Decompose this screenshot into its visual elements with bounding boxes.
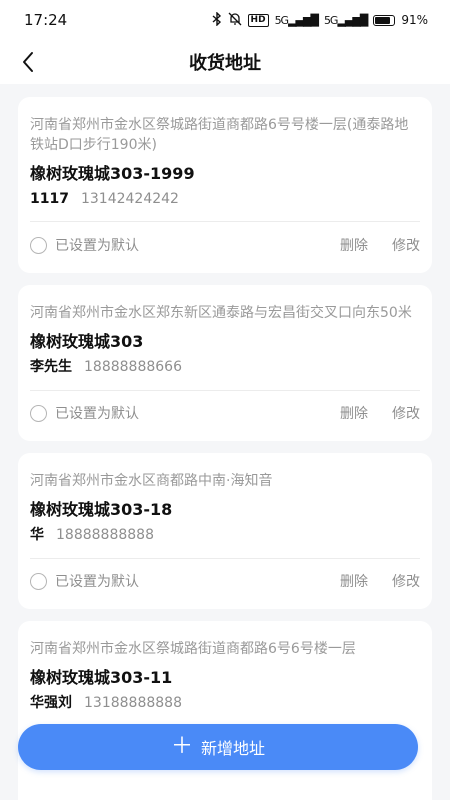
contact-line: 华 18888888888: [30, 525, 420, 545]
battery-icon: [373, 14, 396, 26]
address-card[interactable]: 河南省郑州市金水区祭城路街道商都路6号6号楼一层 橡树玫瑰城303-11 华强刘…: [18, 621, 432, 800]
address-detail: 橡树玫瑰城303-18: [30, 500, 173, 519]
contact-phone: 18888888888: [56, 527, 154, 543]
bluetooth-icon: [212, 10, 222, 29]
signal-icon-1: 5G▂▄▆█: [274, 13, 319, 27]
hd-badge: HD: [247, 13, 269, 27]
status-bar: 17:24 HD 5G▂▄▆█ 5G▂▄▆█ 91%: [0, 0, 450, 40]
address-card[interactable]: 河南省郑州市金水区祭城路街道商都路6号号楼一层(通泰路地铁站D口步行190米) …: [18, 97, 432, 273]
contact-name: 华: [30, 527, 44, 543]
contact-line: 李先生 18888888666: [30, 357, 420, 377]
address-card[interactable]: 河南省郑州市金水区商都路中南·海知音 橡树玫瑰城303-18 华 1888888…: [18, 453, 432, 609]
contact-name: 华强刘: [30, 695, 72, 711]
back-button[interactable]: [12, 46, 44, 78]
address-full: 河南省郑州市金水区祭城路街道商都路6号号楼一层(通泰路地铁站D口步行190米): [30, 117, 409, 153]
signal-icon-2: 5G▂▄▆█: [323, 13, 368, 27]
default-label: 已设置为默认: [55, 574, 139, 590]
chevron-left-icon: [23, 52, 33, 72]
address-full: 河南省郑州市金水区祭城路街道商都路6号6号楼一层: [30, 641, 356, 657]
contact-phone: 18888888666: [84, 359, 182, 375]
card-divider: [30, 221, 420, 222]
address-detail: 橡树玫瑰城303-11: [30, 668, 173, 687]
edit-button[interactable]: 修改: [392, 235, 420, 255]
contact-name: 李先生: [30, 359, 72, 375]
radio-circle-icon: [30, 236, 47, 254]
address-detail: 橡树玫瑰城303-1999: [30, 164, 195, 183]
set-default-toggle[interactable]: 已设置为默认: [30, 571, 139, 591]
default-label: 已设置为默认: [55, 238, 139, 254]
address-list[interactable]: 河南省郑州市金水区祭城路街道商都路6号号楼一层(通泰路地铁站D口步行190米) …: [0, 84, 450, 800]
contact-phone: 13188888888: [84, 695, 182, 711]
card-actions: 已设置为默认 删除 修改: [30, 569, 420, 593]
default-label: 已设置为默认: [55, 406, 139, 422]
nav-bar: 收货地址: [0, 40, 450, 84]
status-time: 17:24: [24, 11, 68, 29]
address-card[interactable]: 河南省郑州市金水区郑东新区通泰路与宏昌街交叉口向东50米 橡树玫瑰城303 李先…: [18, 285, 432, 441]
card-actions: 已设置为默认 删除 修改: [30, 401, 420, 425]
contact-phone: 13142424242: [80, 191, 179, 207]
card-divider: [30, 558, 420, 559]
card-actions: 已设置为默认 删除 修改: [30, 233, 420, 257]
contact-line: 华强刘 13188888888: [30, 693, 420, 713]
delete-button[interactable]: 删除: [340, 571, 368, 591]
add-address-button[interactable]: ＋ 新增地址: [18, 724, 418, 770]
delete-button[interactable]: 删除: [340, 403, 368, 423]
set-default-toggle[interactable]: 已设置为默认: [30, 403, 139, 423]
address-full: 河南省郑州市金水区郑东新区通泰路与宏昌街交叉口向东50米: [30, 305, 412, 321]
delete-button[interactable]: 删除: [340, 235, 368, 255]
edit-button[interactable]: 修改: [392, 571, 420, 591]
contact-line: 1117 13142424242: [30, 189, 420, 209]
contact-name: 1117: [30, 191, 69, 207]
mute-bell-icon: [228, 12, 242, 29]
address-detail: 橡树玫瑰城303: [30, 332, 144, 351]
radio-circle-icon: [30, 572, 47, 590]
page-title: 收货地址: [189, 53, 261, 74]
add-address-label: 新增地址: [201, 739, 266, 758]
status-icons: HD 5G▂▄▆█ 5G▂▄▆█ 91%: [212, 10, 428, 29]
battery-percent: 91%: [401, 13, 428, 27]
edit-button[interactable]: 修改: [392, 403, 420, 423]
set-default-toggle[interactable]: 已设置为默认: [30, 235, 139, 255]
card-divider: [30, 390, 420, 391]
plus-icon: ＋: [170, 734, 193, 759]
address-full: 河南省郑州市金水区商都路中南·海知音: [30, 473, 273, 489]
radio-circle-icon: [30, 404, 47, 422]
